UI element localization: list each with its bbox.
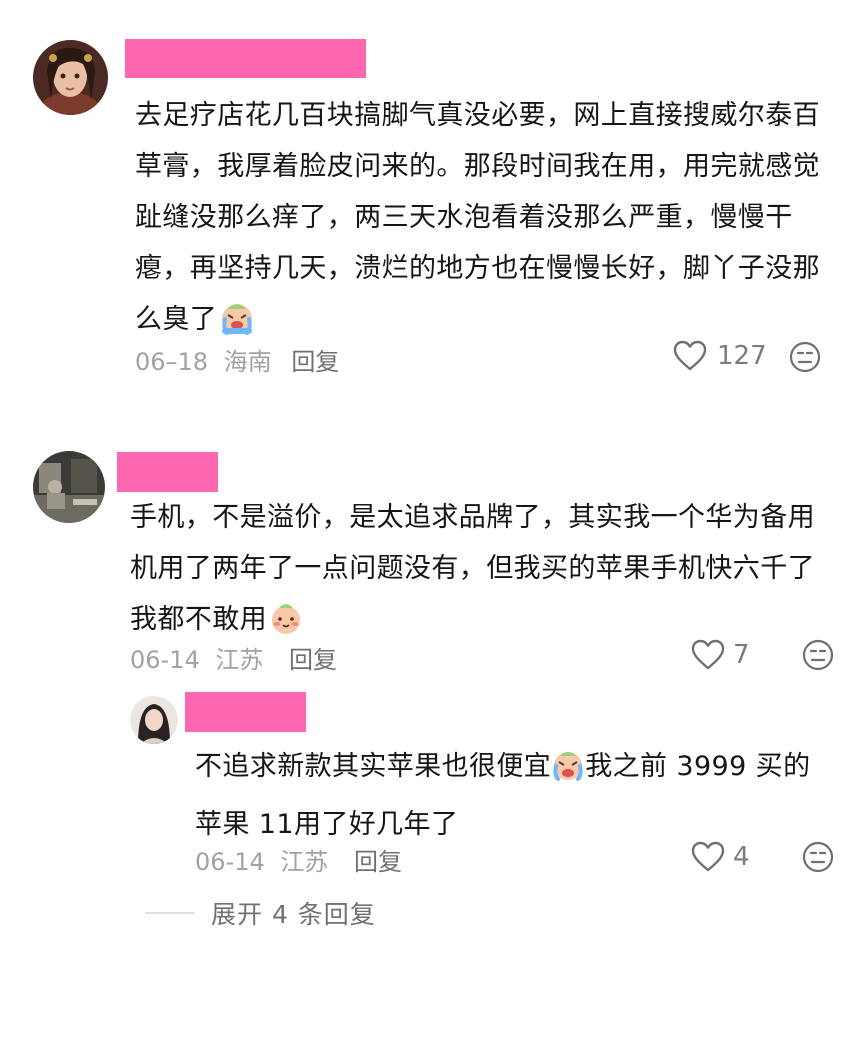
reply-body-start: 不追求新款其实苹果也很便宜 [195, 751, 552, 782]
comment-body: 手机，不是溢价，是太追求品牌了，其实我一个华为备用机用了两年了一点问题没有，但我… [130, 502, 815, 635]
like-count: 4 [733, 842, 750, 872]
comment-date: 06-14 [130, 646, 200, 674]
heart-icon [691, 639, 725, 671]
avatar[interactable] [130, 696, 178, 744]
like-button[interactable]: 7 [691, 639, 750, 671]
username-redacted[interactable] [125, 39, 366, 78]
like-button[interactable]: 4 [691, 841, 750, 873]
dislike-icon[interactable] [801, 840, 835, 878]
reply-location: 江苏 [280, 848, 329, 876]
avatar[interactable] [33, 451, 105, 523]
reply-meta: 06-14 江苏 回复 [195, 842, 402, 877]
reply-button[interactable]: 回复 [354, 842, 402, 877]
comment-date: 06–18 [135, 348, 209, 376]
like-count: 7 [733, 640, 750, 670]
comment-location: 江苏 [215, 646, 264, 674]
comment-body: 去足疗店花几百块搞脚气真没必要，网上直接搜威尔泰百草膏，我厚着脸皮问来的。那段时… [135, 100, 820, 335]
heart-icon [691, 841, 725, 873]
heart-icon [673, 340, 707, 372]
like-count: 127 [717, 341, 767, 371]
like-button[interactable]: 127 [673, 340, 767, 372]
reply-button[interactable]: 回复 [289, 640, 337, 675]
username-redacted[interactable] [185, 692, 306, 732]
comment-meta: 06–18 海南 回复 [135, 342, 339, 377]
username-redacted[interactable] [117, 452, 218, 492]
comment-location: 海南 [223, 348, 272, 376]
reply-text: 不追求新款其实苹果也很便宜 我之前 3999 买的苹果 11用了好几年了 [195, 741, 825, 850]
crying-face-emoji [551, 748, 585, 799]
expand-replies-button[interactable]: 展开 4 条回复 [145, 895, 376, 931]
comment-text: 手机，不是溢价，是太追求品牌了，其实我一个华为备用机用了两年了一点问题没有，但我… [130, 492, 840, 652]
avatar[interactable] [33, 40, 108, 115]
comment-meta: 06-14 江苏 回复 [130, 640, 337, 675]
reply-button[interactable]: 回复 [291, 342, 339, 377]
expand-replies-label: 展开 4 条回复 [211, 900, 376, 929]
comment-text: 去足疗店花几百块搞脚气真没必要，网上直接搜威尔泰百草膏，我厚着脸皮问来的。那段时… [135, 90, 835, 352]
reply-date: 06-14 [195, 848, 265, 876]
dislike-icon[interactable] [801, 638, 835, 676]
divider [145, 912, 195, 914]
dislike-icon[interactable] [788, 340, 822, 378]
